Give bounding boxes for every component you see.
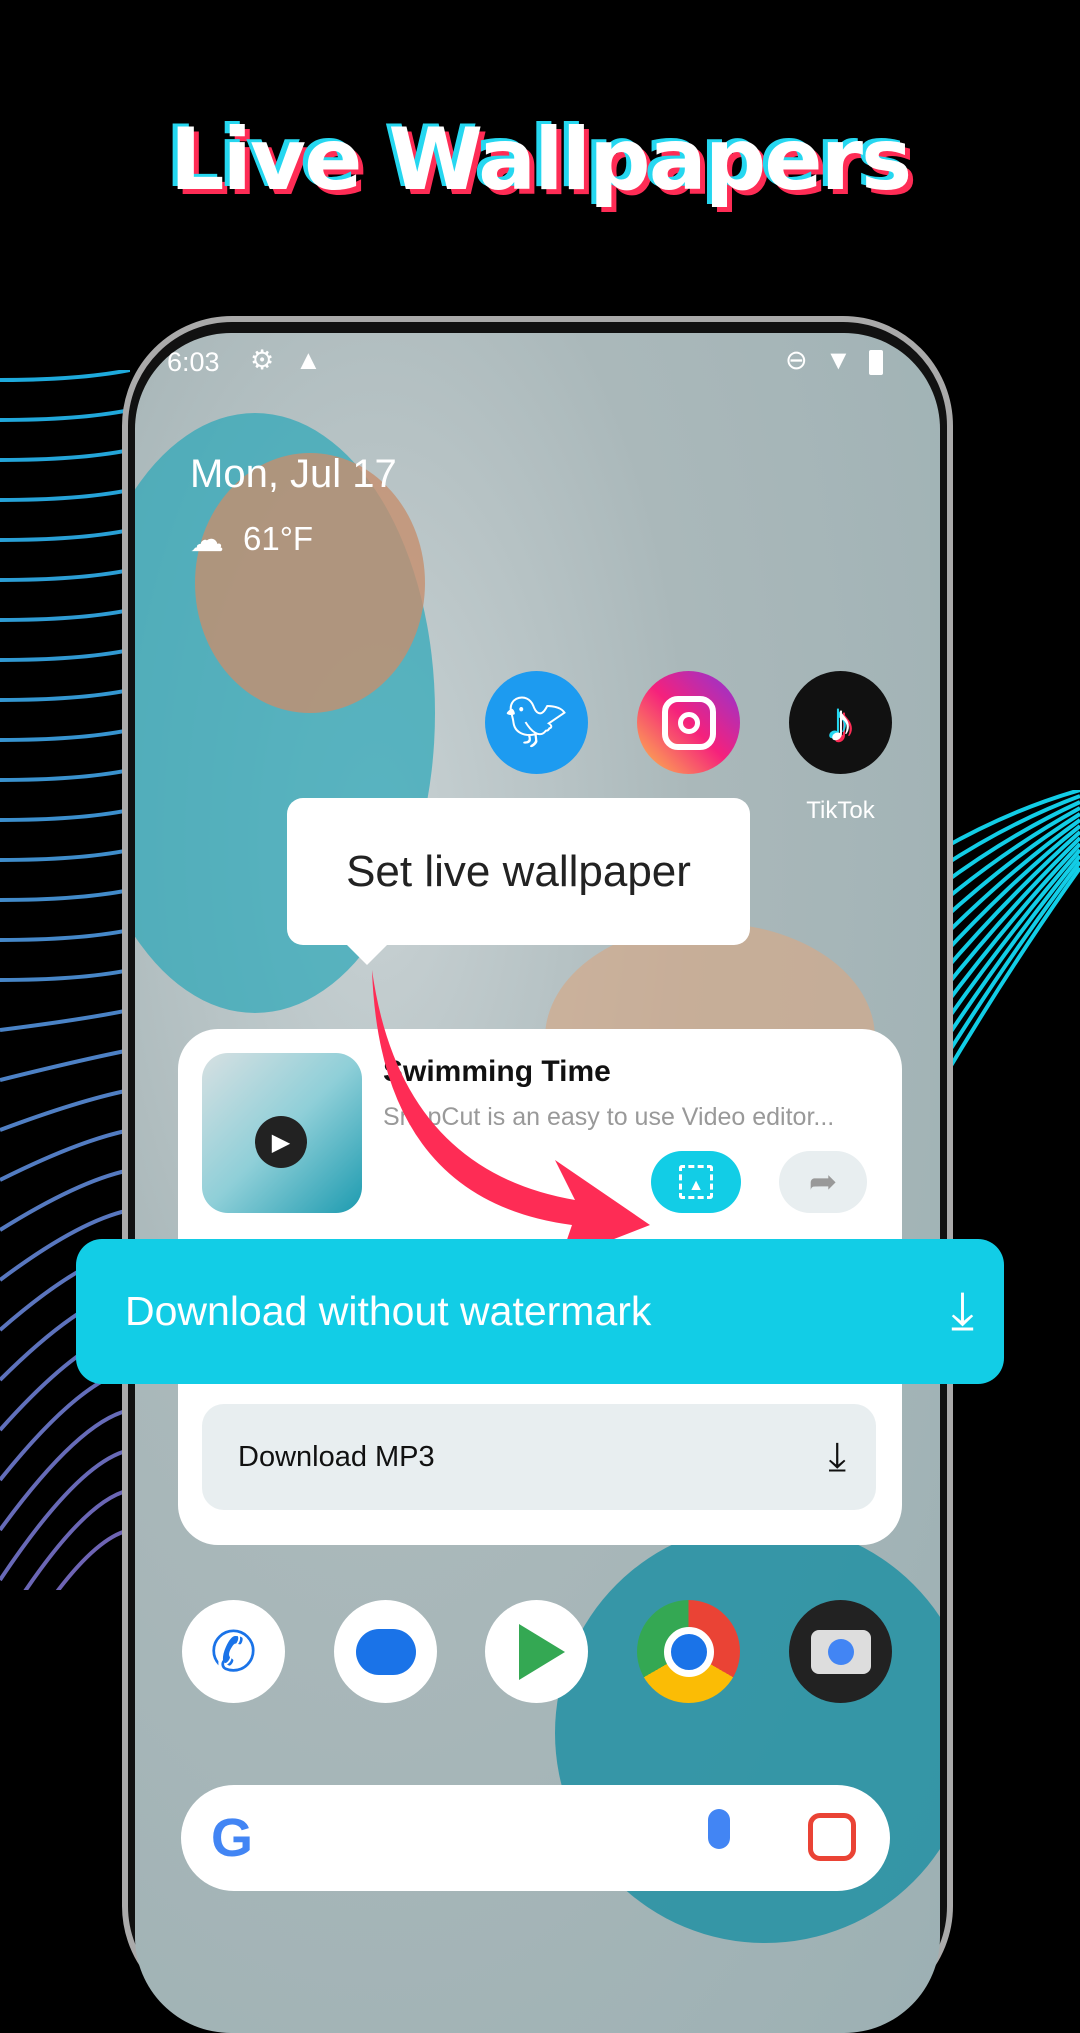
decorative-line xyxy=(0,1048,130,1082)
wallpaper-icon: ▲ xyxy=(679,1165,713,1199)
messages-icon[interactable] xyxy=(334,1600,437,1703)
play-icon[interactable]: ▶ xyxy=(255,1116,307,1168)
decorative-line xyxy=(0,448,130,462)
decorative-line xyxy=(0,1168,130,1232)
download-label: Download without watermark xyxy=(125,1288,652,1334)
decorative-line xyxy=(0,528,130,542)
camera-icon[interactable] xyxy=(789,1600,892,1703)
decorative-line xyxy=(0,968,130,982)
decorative-line xyxy=(0,928,130,942)
warning-icon: ▲ xyxy=(295,345,322,375)
twitter-icon[interactable]: 🐦︎ xyxy=(485,671,588,774)
widget-temperature[interactable]: 61°F xyxy=(243,520,313,558)
decorative-line xyxy=(0,1368,130,1482)
decorative-wave-right xyxy=(940,790,1080,1086)
download-without-watermark-button[interactable]: Download without watermark ⤓ xyxy=(76,1239,1004,1384)
lens-icon[interactable] xyxy=(808,1813,856,1861)
decorative-lines-left xyxy=(0,370,130,1590)
decorative-line xyxy=(0,688,130,702)
download-icon: ⤓ xyxy=(828,1434,846,1479)
decorative-line xyxy=(0,608,130,622)
decorative-line xyxy=(0,1088,130,1132)
decorative-line xyxy=(0,408,130,422)
share-icon: ➦ xyxy=(808,1163,838,1201)
decorative-line xyxy=(0,1448,130,1582)
decorative-line xyxy=(0,648,130,662)
download-mp3-label: Download MP3 xyxy=(238,1440,435,1473)
wifi-icon: ▼ xyxy=(825,345,852,375)
battery-icon xyxy=(869,350,883,375)
decorative-line xyxy=(0,488,130,502)
tiktok-label: TikTok xyxy=(806,797,875,824)
decorative-line xyxy=(0,1008,130,1032)
set-wallpaper-button[interactable]: ▲ xyxy=(651,1151,741,1213)
gear-icon: ⚙ xyxy=(250,345,275,375)
decorative-line xyxy=(0,1408,130,1532)
phone-icon[interactable]: ✆ xyxy=(182,1600,285,1703)
decorative-line xyxy=(0,888,130,902)
do-not-disturb-icon: ⊖ xyxy=(785,345,808,375)
decorative-line xyxy=(0,728,130,742)
decorative-line xyxy=(0,848,130,862)
cloud-icon: ☁ xyxy=(190,521,224,559)
play-store-icon[interactable] xyxy=(485,1600,588,1703)
decorative-line xyxy=(0,370,130,382)
pink-arrow xyxy=(372,970,650,1260)
instagram-icon[interactable] xyxy=(637,671,740,774)
decorative-line xyxy=(0,768,130,782)
set-live-wallpaper-tooltip: Set live wallpaper xyxy=(287,798,750,965)
widget-date[interactable]: Mon, Jul 17 xyxy=(190,452,397,497)
chrome-icon[interactable] xyxy=(637,1600,740,1703)
status-time: 6:03 xyxy=(167,347,220,377)
headline: Live Wallpapers xyxy=(169,110,912,210)
decorative-line xyxy=(0,808,130,822)
google-search-bar[interactable]: G xyxy=(181,1785,890,1891)
tiktok-icon[interactable]: ♪ xyxy=(789,671,892,774)
download-mp3-button[interactable]: Download MP3 ⤓ xyxy=(202,1404,876,1510)
decorative-line xyxy=(940,860,1080,1068)
decorative-line xyxy=(0,568,130,582)
mic-icon[interactable] xyxy=(708,1809,730,1849)
share-button[interactable]: ➦ xyxy=(779,1151,867,1213)
decorative-line xyxy=(0,1128,130,1182)
google-icon: G xyxy=(211,1808,254,1868)
video-thumbnail[interactable]: ▶ xyxy=(202,1053,362,1213)
download-icon: ⤓ xyxy=(951,1282,974,1340)
